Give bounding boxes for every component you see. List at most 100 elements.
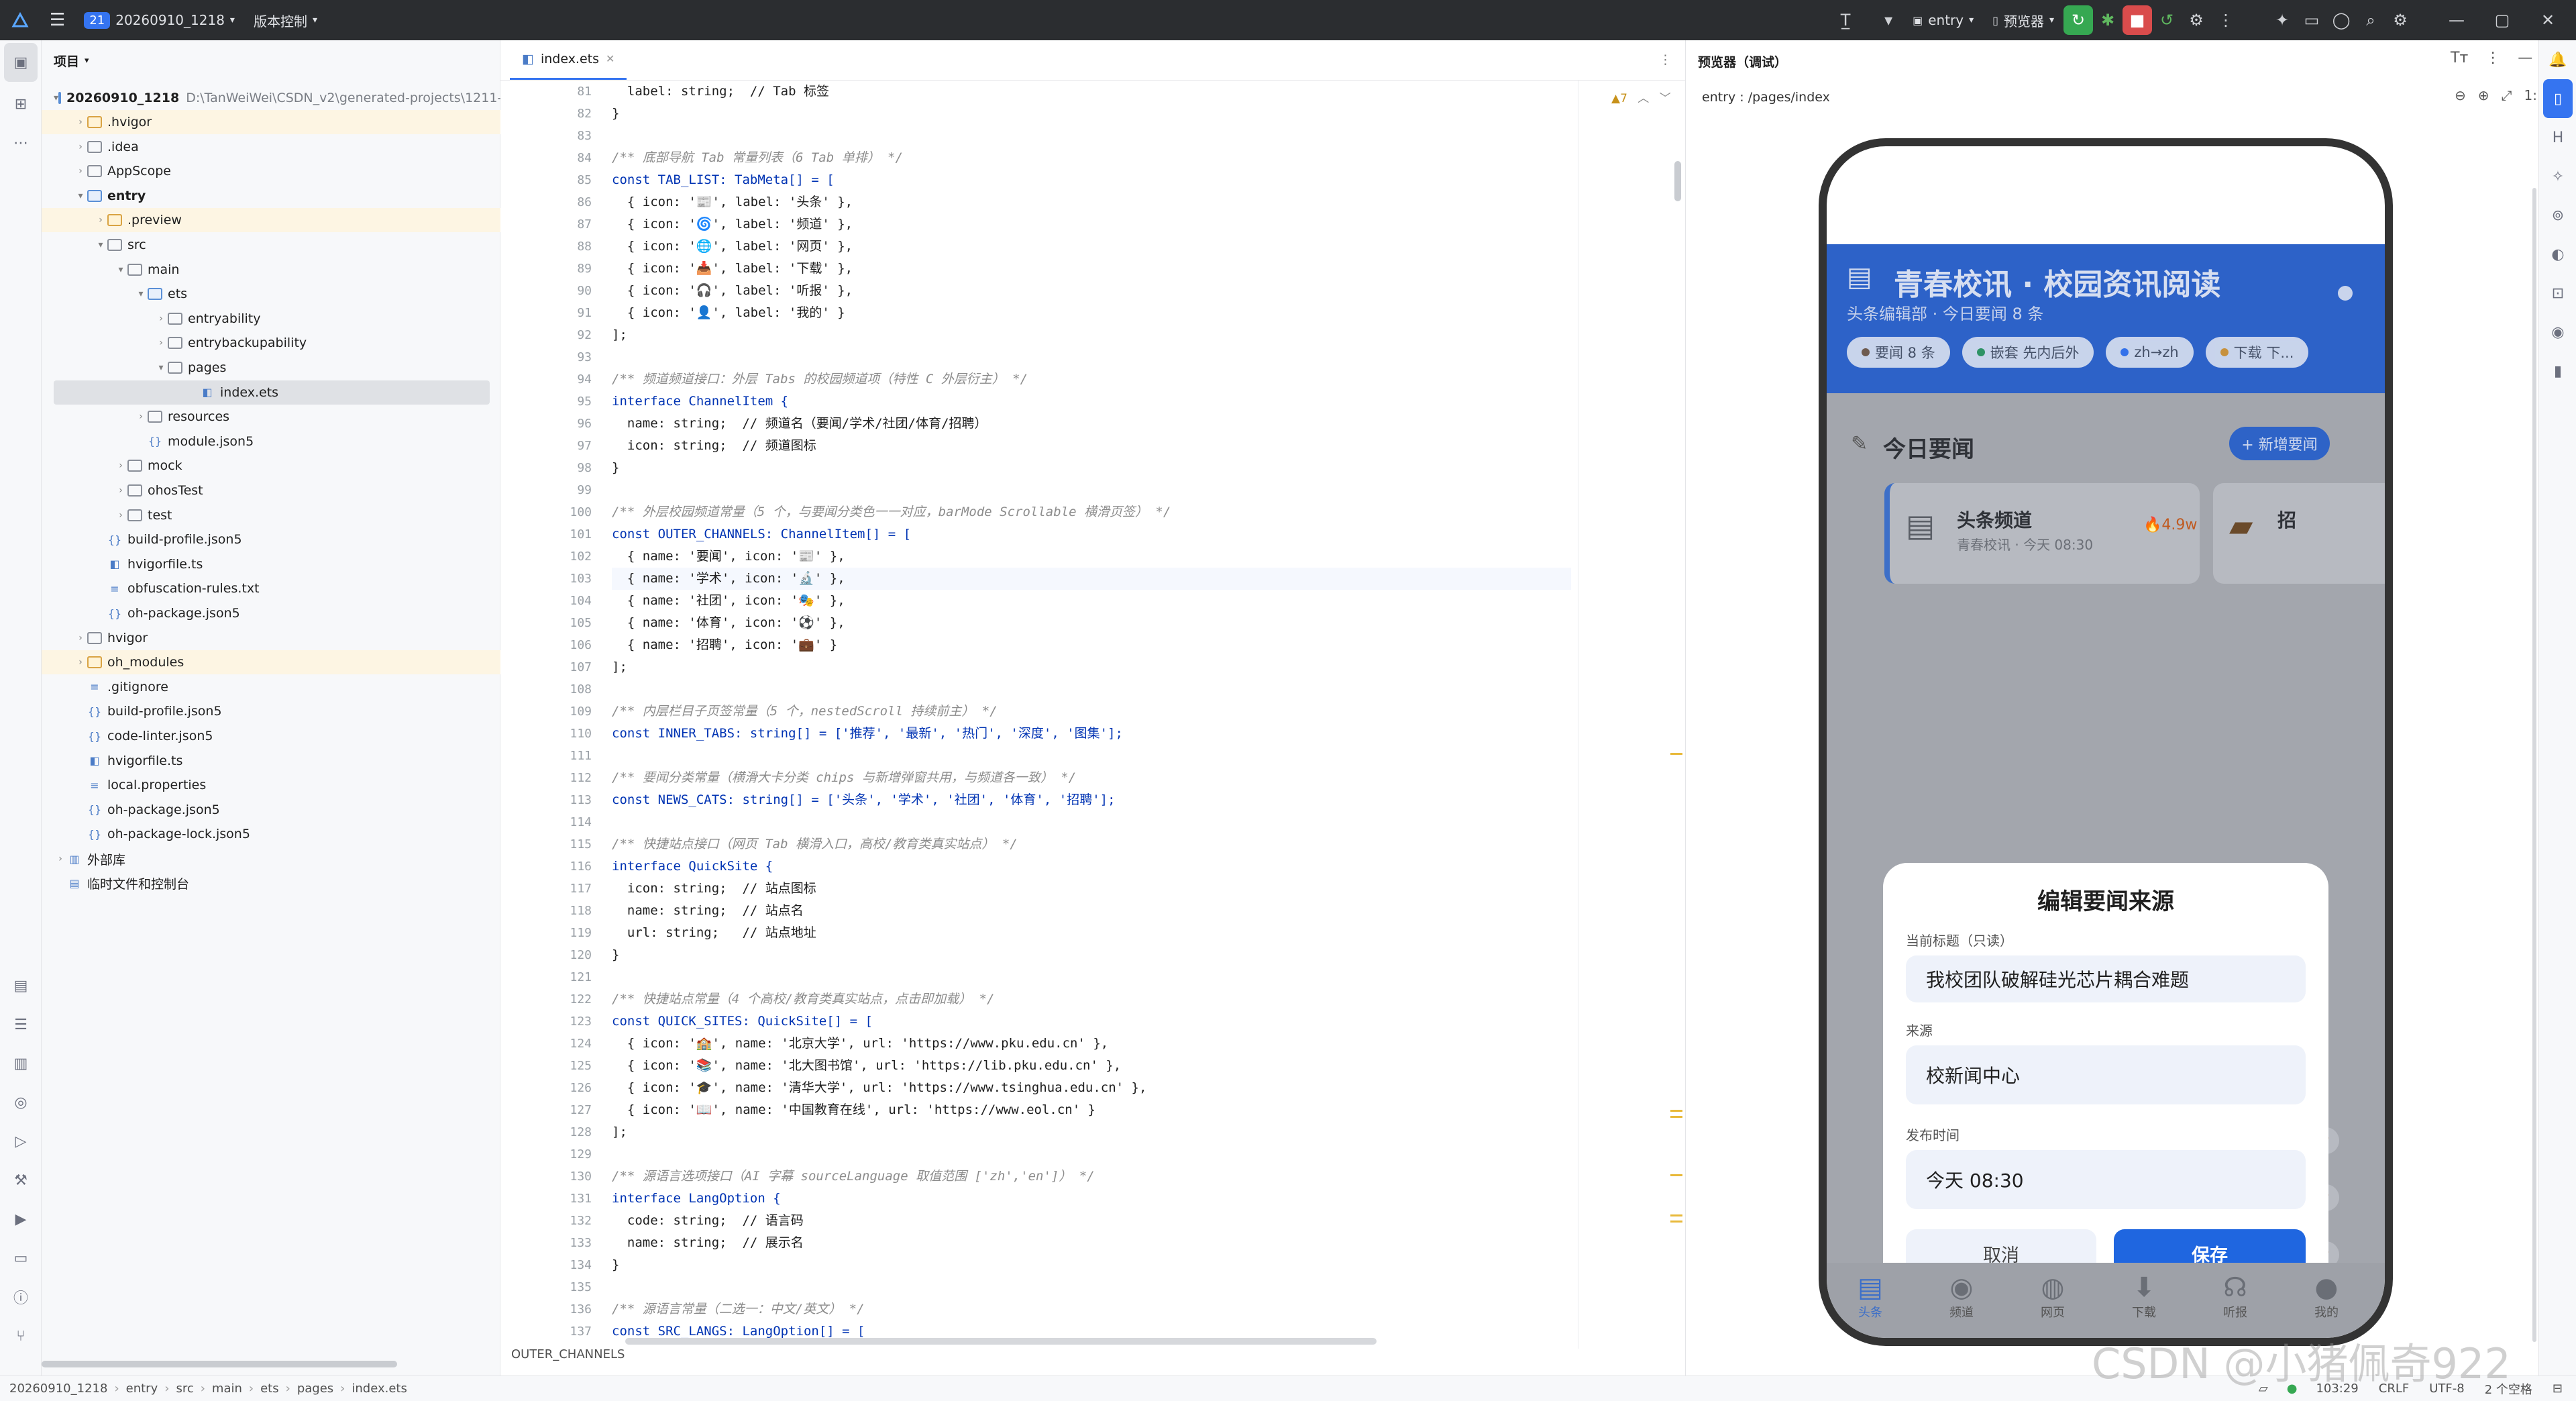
breadcrumb-item[interactable]: pages (297, 1382, 333, 1396)
code-line[interactable]: } (612, 457, 1571, 479)
app-logo-icon[interactable] (0, 0, 40, 40)
fit-icon[interactable]: ⤢ (2502, 87, 2512, 103)
code-line[interactable]: /** 快捷站点接口（网页 Tab 横滑入口，高校/教育类真实站点） */ (612, 833, 1571, 855)
breadcrumb-item[interactable]: index.ets (352, 1382, 407, 1396)
debug-icon[interactable]: ✱ (2093, 5, 2123, 35)
code-line[interactable]: { icon: '📖', name: '中国教育在线', url: 'https… (612, 1099, 1571, 1121)
code-line[interactable]: } (612, 103, 1571, 125)
tree-item[interactable]: › resources (42, 405, 500, 429)
build-icon[interactable]: ⚒ (0, 1161, 42, 1200)
expand-arrow-icon[interactable]: ▾ (154, 362, 168, 373)
code-line[interactable]: { icon: '📰', label: '头条' }, (612, 191, 1571, 213)
expand-arrow-icon[interactable]: › (134, 411, 148, 422)
breadcrumb-item[interactable]: 20260910_1218 (9, 1382, 107, 1396)
code-line[interactable]: const QUICK_SITES: QuickSite[] = [ (612, 1010, 1571, 1033)
nav-item-1[interactable]: ◉ 频道 (1925, 1272, 1998, 1320)
profiler-icon[interactable]: ◎ (0, 1083, 42, 1122)
code-line[interactable] (612, 1276, 1571, 1298)
code-breadcrumb[interactable]: OUTER_CHANNELS (500, 1347, 625, 1367)
code-line[interactable]: name: string; // 频道名（要闻/学术/社团/体育/招聘） (612, 413, 1571, 435)
tree-item[interactable]: {} code-linter.json5 (42, 724, 500, 748)
nav-item-2[interactable]: ◍ 网页 (2016, 1272, 2090, 1320)
vcs-menu[interactable]: 版本控制 ▾ (244, 0, 327, 40)
tree-item[interactable]: ◧ index.ets (54, 380, 490, 405)
code-line[interactable]: /** 源语言选项接口（AI 字幕 sourceLanguage 取值范围 ['… (612, 1165, 1571, 1188)
structure-icon[interactable]: ⊞ (0, 85, 42, 123)
search-icon[interactable]: ⌕ (2356, 5, 2385, 35)
device-file-icon[interactable]: ⊡ (2539, 274, 2576, 313)
code-line[interactable]: icon: string; // 站点图标 (612, 878, 1571, 900)
problems-icon[interactable]: ⓘ (0, 1278, 42, 1316)
expand-arrow-icon[interactable]: › (74, 657, 87, 668)
header-chip[interactable]: 下载 下... (2205, 337, 2309, 368)
services-icon[interactable]: ▷ (0, 1122, 42, 1161)
horizontal-scrollbar[interactable] (42, 1361, 397, 1367)
tree-item[interactable]: ▾ ets (42, 282, 500, 306)
code-line[interactable]: const OUTER_CHANNELS: ChannelItem[] = [ (612, 523, 1571, 546)
modal-scrim[interactable]: ✎ 今日要闻 + 新增要闻 ▤ 头条频道 青春校讯 · 今天 08:30 🔥4.… (1827, 393, 2385, 1335)
tree-item[interactable]: ◧ hvigorfile.ts (42, 749, 500, 773)
featured-card[interactable]: ▤ 头条频道 青春校讯 · 今天 08:30 🔥4.9w (1884, 483, 2200, 584)
code-line[interactable]: interface QuickSite { (612, 855, 1571, 878)
code-line[interactable]: name: string; // 站点名 (612, 900, 1571, 922)
code-line[interactable]: { icon: '📥', label: '下载' }, (612, 258, 1571, 280)
code-line[interactable]: { icon: '🎓', name: '清华大学', url: 'https:/… (612, 1077, 1571, 1099)
code-line[interactable] (612, 1143, 1571, 1165)
more-icon[interactable]: ⋮ (2211, 5, 2241, 35)
tree-item[interactable]: › .idea (42, 135, 500, 159)
nav-item-5[interactable]: ● 我的 (2290, 1272, 2363, 1320)
expand-arrow-icon[interactable]: ▾ (134, 289, 148, 299)
gradle-icon[interactable]: ◐ (2539, 235, 2576, 274)
expand-arrow-icon[interactable]: › (74, 117, 87, 127)
close-icon[interactable]: ✕ (2533, 5, 2563, 35)
run-config-selector[interactable]: ▣ entry ▾ (1903, 0, 1983, 40)
tree-item[interactable]: › oh_modules (42, 650, 500, 675)
stop-icon[interactable]: ■ (2123, 5, 2152, 35)
code-line[interactable]: { icon: '👤', label: '我的' } (612, 302, 1571, 324)
notifications-icon[interactable]: 🔔 (2539, 40, 2576, 79)
todo-icon[interactable]: ☰ (0, 1005, 42, 1044)
tree-item[interactable]: {} build-profile.json5 (42, 527, 500, 552)
publish-time-input[interactable]: 今天 08:30 (1906, 1150, 2306, 1209)
minimize-icon[interactable]: — (2518, 50, 2532, 66)
code-line[interactable]: url: string; // 站点地址 (612, 922, 1571, 944)
horizontal-scrollbar[interactable] (625, 1338, 1377, 1345)
emulator-icon[interactable]: ▮ (2539, 352, 2576, 391)
expand-arrow-icon[interactable]: ▾ (74, 191, 87, 201)
breadcrumb-item[interactable]: entry (126, 1382, 158, 1396)
settings-icon[interactable]: ⚙ (2385, 5, 2415, 35)
expand-arrow-icon[interactable]: › (114, 460, 127, 471)
tree-item[interactable]: › mock (42, 454, 500, 478)
tree-item[interactable]: ▾ pages (42, 356, 500, 380)
code-line[interactable]: { name: '要闻', icon: '📰' }, (612, 546, 1571, 568)
device-selector[interactable]: ▯ 预览器 ▾ (1983, 0, 2063, 40)
log-icon[interactable]: ▥ (0, 1044, 42, 1083)
expand-arrow-icon[interactable]: › (154, 313, 168, 324)
tree-item[interactable]: ◧ hvigorfile.ts (42, 552, 500, 576)
tree-item[interactable]: › .preview (42, 208, 500, 233)
code-line[interactable]: { name: '社团', icon: '🎭' }, (612, 590, 1571, 612)
expand-arrow-icon[interactable]: › (74, 166, 87, 176)
database-icon[interactable]: ⊚ (2539, 196, 2576, 235)
tree-item[interactable]: › test (42, 503, 500, 527)
breadcrumb-item[interactable]: main (212, 1382, 242, 1396)
nav-item-0[interactable]: ▤ 头条 (1833, 1272, 1907, 1320)
code-line[interactable]: /** 快捷站点常量（4 个高校/教育类真实站点，点击即加载） */ (612, 988, 1571, 1010)
attach-debugger-icon[interactable]: ⚙ (2182, 5, 2211, 35)
tree-item[interactable]: {} build-profile.json5 (42, 699, 500, 723)
nav-item-3[interactable]: ⬇ 下载 (2107, 1272, 2181, 1320)
featured-card-next[interactable]: ▰ 招 (2213, 483, 2385, 584)
code-content[interactable]: label: string; // Tab 标签} /** 底部导航 Tab 常量… (612, 81, 1571, 1343)
code-line[interactable]: { icon: '🏫', name: '北京大学', url: 'https:/… (612, 1033, 1571, 1055)
project-panel-header[interactable]: 项目 ▾ (42, 40, 500, 81)
project-view-icon[interactable]: ▣ (4, 43, 38, 82)
code-line[interactable]: { icon: '🌀', label: '频道' }, (612, 213, 1571, 236)
tree-item[interactable]: ≡ local.properties (42, 773, 500, 797)
tree-item[interactable]: › .hvigor (42, 110, 500, 134)
hvigor-icon[interactable]: H (2539, 118, 2576, 157)
tree-item[interactable]: {} module.json5 (42, 429, 500, 454)
code-line[interactable]: label: string; // Tab 标签 (612, 81, 1571, 103)
expand-arrow-icon[interactable]: ▾ (114, 264, 127, 275)
code-line[interactable]: /** 要闻分类常量（横滑大卡分类 chips 与新增弹窗共用，与频道各一致） … (612, 767, 1571, 789)
account-icon[interactable]: ◯ (2326, 5, 2356, 35)
